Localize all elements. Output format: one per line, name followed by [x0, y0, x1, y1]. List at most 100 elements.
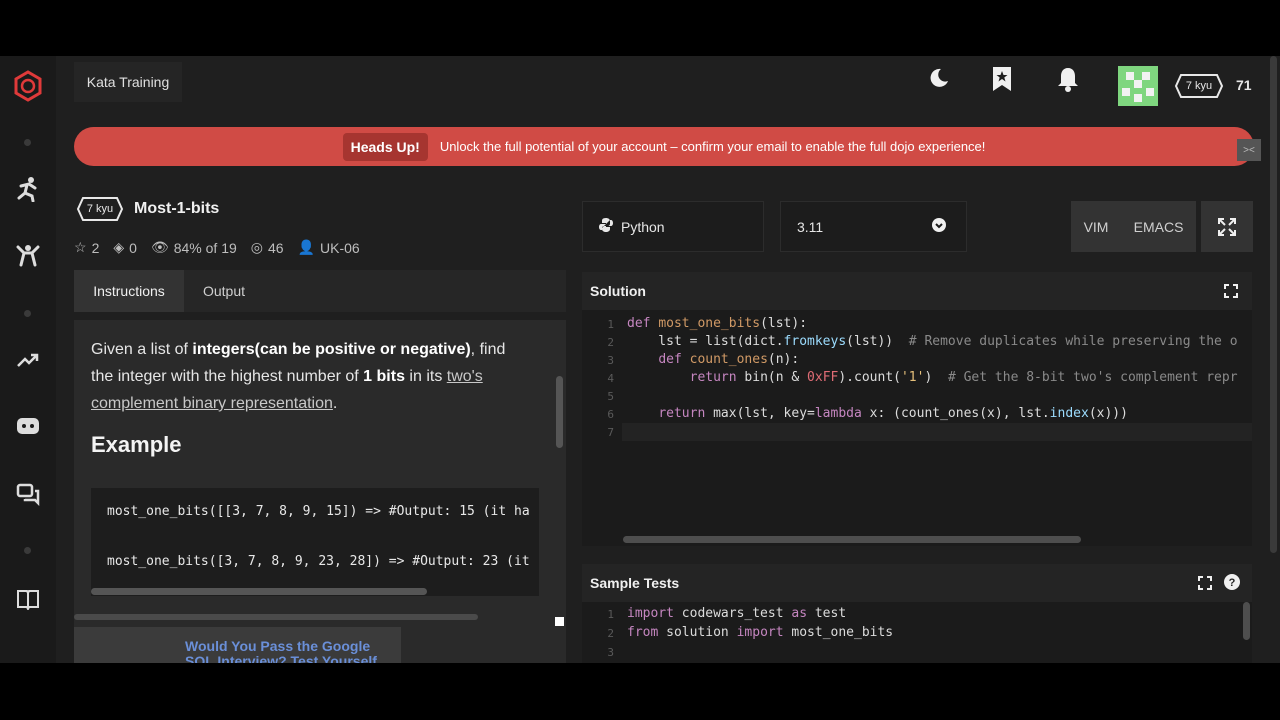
practice-icon[interactable]	[12, 240, 44, 272]
expand-icon	[1218, 217, 1236, 236]
code-line: lst = list(dict.fromkeys(lst)) # Remove …	[627, 334, 1238, 349]
instructions-text-part: in its	[404, 368, 447, 385]
banner-close-button[interactable]: ><	[1237, 139, 1261, 161]
rail-divider-dot	[24, 547, 31, 554]
description-tabs: Instructions Output	[74, 270, 566, 312]
user-rank-label: 7 kyu	[1185, 80, 1213, 92]
codewars-logo-icon[interactable]	[12, 70, 44, 102]
example-horizontal-scrollbar[interactable]	[91, 588, 427, 595]
line-number: 1	[607, 318, 614, 331]
tab-output[interactable]: Output	[184, 270, 264, 312]
code-line: def most_one_bits(lst):	[627, 316, 808, 331]
example-line: most_one_bits([3, 7, 8, 9, 23, 28]) => #…	[107, 554, 530, 569]
kata-title[interactable]: Most-1-bits	[134, 200, 219, 218]
solution-editor[interactable]: 1 2 3 4 5 6 7 def most_one_bits(lst): ls…	[582, 310, 1252, 546]
code-line: return max(lst, key=lambda x: (count_one…	[658, 406, 1128, 421]
instructions-text-part: .	[332, 395, 338, 412]
breadcrumb[interactable]: Kata Training	[74, 62, 182, 102]
training-icon[interactable]	[12, 173, 44, 205]
completed-stat: ◎ 46	[251, 239, 284, 256]
version-select[interactable]: 3.11	[780, 201, 967, 252]
solution-expand-icon[interactable]	[1224, 284, 1238, 301]
user-icon: 👤	[297, 239, 316, 255]
sample-tests-title: Sample Tests	[590, 575, 680, 591]
rail-divider-dot	[24, 310, 31, 317]
kata-stats: ☆ 2 ◈ 0 👁 84% of 19 ◎ 46 👤 UK-06	[74, 239, 360, 256]
sample-tests-header: Sample Tests ?	[582, 564, 1252, 602]
line-number: 3	[607, 646, 614, 659]
instructions-text-part: Given a list of	[91, 341, 193, 358]
left-rail	[0, 56, 56, 663]
discord-icon[interactable]	[12, 411, 44, 443]
instructions-panel: Given a list of integers(can be positive…	[74, 320, 566, 663]
python-icon	[599, 218, 613, 235]
version-value: 3.11	[797, 218, 824, 235]
language-select[interactable]: Python	[582, 201, 764, 252]
dark-mode-moon-icon[interactable]	[926, 66, 950, 95]
code-line: from solution import most_one_bits	[627, 625, 894, 640]
leaderboard-trend-icon[interactable]	[12, 344, 44, 376]
kata-rank-badge: 7 kyu	[76, 196, 124, 222]
code-line: def count_ones(n):	[658, 352, 800, 367]
author-stat[interactable]: 👤 UK-06	[298, 239, 360, 256]
sample-tests-editor[interactable]: 1 2 3 import codewars_test as test from …	[582, 602, 1252, 663]
satisfaction-value: 84% of 19	[173, 239, 237, 256]
line-number: 2	[607, 627, 614, 640]
star-icon: ☆	[74, 239, 87, 255]
example-code-block: most_one_bits([[3, 7, 8, 9, 15]) => #Out…	[91, 488, 539, 596]
stars-count: 2	[91, 239, 100, 256]
page-scrollbar[interactable]	[1270, 56, 1277, 553]
example-line: most_one_bits([[3, 7, 8, 9, 15]) => #Out…	[107, 504, 530, 519]
chevron-down-icon	[932, 218, 946, 235]
line-number: 5	[607, 390, 614, 403]
instructions-vertical-scrollbar[interactable]	[556, 376, 563, 448]
solution-horizontal-scrollbar[interactable]	[623, 536, 1081, 543]
resize-handle[interactable]	[555, 617, 564, 626]
tab-instructions[interactable]: Instructions	[74, 270, 184, 312]
kata-rank-label: 7 kyu	[86, 203, 114, 215]
email-confirm-banner: Heads Up! Unlock the full potential of y…	[74, 127, 1254, 166]
honor-score: 71	[1236, 77, 1252, 93]
eye-icon: 👁	[150, 239, 169, 255]
solution-title: Solution	[590, 283, 646, 299]
instructions-bold: integers(can be positive or negative)	[192, 341, 471, 358]
instructions-horizontal-scrollbar[interactable]	[74, 614, 478, 620]
code-line: import codewars_test as test	[627, 606, 847, 621]
collections-count: 0	[129, 239, 137, 256]
emacs-mode-button[interactable]: EMACS	[1134, 219, 1184, 235]
author-name: UK-06	[320, 239, 360, 256]
current-line-highlight	[622, 423, 1252, 441]
line-number: 6	[607, 408, 614, 421]
vim-mode-button[interactable]: VIM	[1084, 219, 1109, 235]
tests-expand-icon[interactable]	[1198, 576, 1212, 593]
stack-icon: ◈	[113, 239, 125, 255]
language-value: Python	[621, 218, 665, 235]
keymap-modes: VIM EMACS	[1071, 201, 1196, 252]
fullscreen-button[interactable]	[1201, 201, 1253, 252]
line-number: 3	[607, 354, 614, 367]
docs-book-icon[interactable]	[12, 583, 44, 615]
notifications-bell-icon[interactable]	[1055, 66, 1081, 97]
line-number: 7	[607, 426, 614, 439]
line-number: 2	[607, 336, 614, 349]
line-number: 1	[607, 608, 614, 621]
completed-count: 46	[268, 239, 284, 256]
promo-text[interactable]: Would You Pass the Google SQL Interview?…	[185, 639, 401, 664]
user-rank-badge: 7 kyu	[1174, 73, 1224, 99]
target-icon: ◎	[250, 239, 263, 255]
stars-stat[interactable]: ☆ 2	[74, 239, 99, 256]
rail-divider-dot	[24, 139, 31, 146]
help-icon[interactable]: ?	[1224, 574, 1240, 593]
bookmark-star-icon[interactable]	[990, 66, 1014, 97]
instructions-text: Given a list of integers(can be positive…	[91, 336, 521, 417]
svg-text:?: ?	[1229, 577, 1236, 589]
tests-vertical-scrollbar[interactable]	[1243, 602, 1250, 640]
promo-ad[interactable]: Would You Pass the Google SQL Interview?…	[74, 627, 401, 663]
discussions-icon[interactable]	[12, 478, 44, 510]
collections-stat[interactable]: ◈ 0	[113, 239, 137, 256]
user-avatar[interactable]	[1118, 66, 1158, 106]
banner-message[interactable]: Unlock the full potential of your accoun…	[440, 139, 986, 154]
solution-header: Solution	[582, 272, 1252, 310]
code-line: return bin(n & 0xFF).count('1') # Get th…	[689, 370, 1238, 385]
app-screen: Kata Training 7 kyu 71 Heads Up! Unlock …	[0, 56, 1280, 663]
